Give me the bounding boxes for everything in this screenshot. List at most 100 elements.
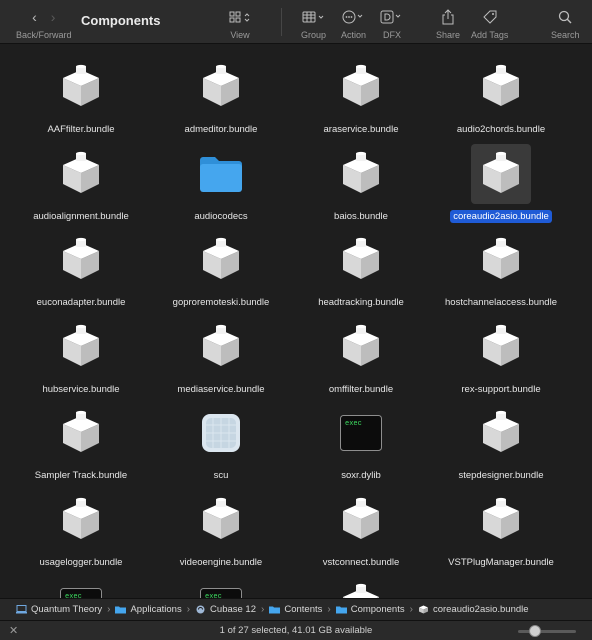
ellipsis-circle-icon	[342, 8, 366, 26]
file-item[interactable]: exec	[12, 576, 150, 598]
bundle-icon	[331, 57, 391, 117]
bundle-icon	[191, 57, 251, 117]
path-crumb[interactable]: Cubase 12	[195, 604, 256, 615]
exec-icon: exec	[331, 403, 391, 463]
toolbar-divider	[281, 8, 282, 36]
group-button[interactable]: Group	[301, 8, 326, 40]
file-item[interactable]: baios.bundle	[292, 144, 430, 223]
file-item[interactable]: goproremoteski.bundle	[152, 230, 290, 309]
share-button[interactable]: Share	[436, 8, 460, 40]
bundle-icon	[331, 490, 391, 550]
action-label: Action	[341, 30, 367, 40]
action-button[interactable]: Action	[341, 8, 366, 40]
file-name: rex-support.bundle	[461, 383, 541, 395]
file-name: euconadapter.bundle	[36, 297, 126, 308]
computer-icon	[16, 605, 27, 614]
file-item[interactable]	[292, 576, 430, 598]
bundle-icon	[471, 403, 531, 463]
exec-icon: exec	[191, 576, 251, 598]
file-item[interactable]: hubservice.bundle	[12, 317, 150, 396]
file-name: audiocodecs	[194, 210, 248, 222]
file-item[interactable]: scu	[152, 403, 290, 482]
file-name: VSTPlugManager.bundle	[448, 556, 554, 568]
share-label: Share	[436, 30, 461, 40]
file-name: Sampler Track.bundle	[34, 470, 128, 481]
bundle-icon	[51, 57, 111, 117]
path-crumb[interactable]: coreaudio2asio.bundle	[418, 604, 529, 615]
exec-icon: exec	[51, 576, 111, 598]
path-bar: Quantum Theory › Applications › Cubase 12 › Co…	[0, 598, 592, 620]
status-bar: ✕ 1 of 27 selected, 41.01 GB available	[0, 620, 592, 640]
file-item[interactable]: audiocodecs	[152, 144, 290, 223]
file-name: hostchannelaccess.bundle	[445, 297, 557, 308]
icon-size-slider[interactable]	[518, 625, 576, 637]
group-icon	[302, 8, 326, 26]
bundle-icon	[51, 490, 111, 550]
search-label: Search	[551, 30, 580, 40]
file-item[interactable]: admeditor.bundle	[152, 57, 290, 136]
toolbar: ‹ › Back/Forward Components View Group A…	[0, 0, 592, 44]
file-name: omffilter.bundle	[328, 383, 394, 395]
file-item[interactable]: audioalignment.bundle	[12, 144, 150, 223]
file-item[interactable]: omffilter.bundle	[292, 317, 430, 396]
bundle-icon	[51, 403, 111, 463]
file-item[interactable]: exec soxr.dylib	[292, 403, 430, 482]
file-name: goproremoteski.bundle	[172, 297, 270, 308]
file-item[interactable]: mediaservice.bundle	[152, 317, 290, 396]
file-item[interactable]: headtracking.bundle	[292, 230, 430, 309]
path-crumb-label: coreaudio2asio.bundle	[432, 604, 529, 615]
chevron-right-icon: ›	[107, 604, 111, 615]
path-crumb[interactable]: Applications	[115, 604, 182, 615]
file-item[interactable]: VSTPlugManager.bundle	[432, 490, 570, 569]
file-item[interactable]: audio2chords.bundle	[432, 57, 570, 136]
bundle-icon	[471, 317, 531, 377]
file-item[interactable]: stepdesigner.bundle	[432, 403, 570, 482]
file-item[interactable]: rex-support.bundle	[432, 317, 570, 396]
path-crumb[interactable]: Components	[335, 604, 405, 615]
file-item[interactable]: Sampler Track.bundle	[12, 403, 150, 482]
back-forward-label: Back/Forward	[16, 30, 72, 40]
tag-icon	[482, 8, 498, 26]
share-icon	[441, 8, 455, 26]
bundle-icon	[331, 576, 391, 598]
back-forward-control[interactable]: ‹ › Back/Forward	[16, 8, 72, 40]
add-tags-button[interactable]: Add Tags	[471, 8, 508, 40]
file-item[interactable]: videoengine.bundle	[152, 490, 290, 569]
file-item[interactable]: euconadapter.bundle	[12, 230, 150, 309]
search-button[interactable]: Search	[551, 8, 580, 40]
file-item[interactable]: coreaudio2asio.bundle	[432, 143, 570, 223]
file-name: stepdesigner.bundle	[458, 470, 544, 481]
file-name: mediaservice.bundle	[177, 383, 265, 395]
status-text: 1 of 27 selected, 41.01 GB available	[219, 625, 373, 636]
file-item[interactable]: exec	[152, 576, 290, 598]
file-name: admeditor.bundle	[184, 124, 258, 135]
file-item[interactable]: usagelogger.bundle	[12, 490, 150, 569]
group-label: Group	[301, 30, 327, 40]
file-name: AAFfilter.bundle	[47, 124, 115, 135]
file-item[interactable]: AAFfilter.bundle	[12, 57, 150, 136]
file-name: baios.bundle	[334, 210, 388, 222]
path-crumb[interactable]: Contents	[269, 604, 322, 615]
search-icon	[558, 8, 572, 26]
file-item[interactable]: vstconnect.bundle	[292, 490, 430, 569]
chevron-right-icon: ›	[186, 604, 191, 615]
file-item[interactable]: araservice.bundle	[292, 57, 430, 136]
file-name: scu	[213, 470, 229, 481]
dfx-button[interactable]: DFX	[380, 8, 404, 40]
file-item[interactable]: hostchannelaccess.bundle	[432, 230, 570, 309]
path-crumb[interactable]: Quantum Theory	[16, 604, 102, 615]
chevron-right-icon: ›	[327, 604, 331, 615]
folder-icon	[191, 144, 251, 204]
forward-icon[interactable]: ›	[51, 9, 56, 25]
bundle-icon	[331, 230, 391, 290]
path-crumb-label: Quantum Theory	[31, 604, 103, 615]
bundle-icon	[418, 605, 429, 614]
chevron-right-icon: ›	[409, 604, 413, 615]
icon-view-icon	[229, 8, 251, 26]
view-button[interactable]: View	[229, 8, 251, 40]
path-crumb-label: Applications	[130, 604, 182, 615]
bundle-icon	[191, 230, 251, 290]
back-icon[interactable]: ‹	[32, 9, 37, 25]
file-icon-grid[interactable]: AAFfilter.bundle admeditor.bundle araservi…	[6, 45, 586, 598]
file-name: coreaudio2asio.bundle	[450, 209, 552, 223]
